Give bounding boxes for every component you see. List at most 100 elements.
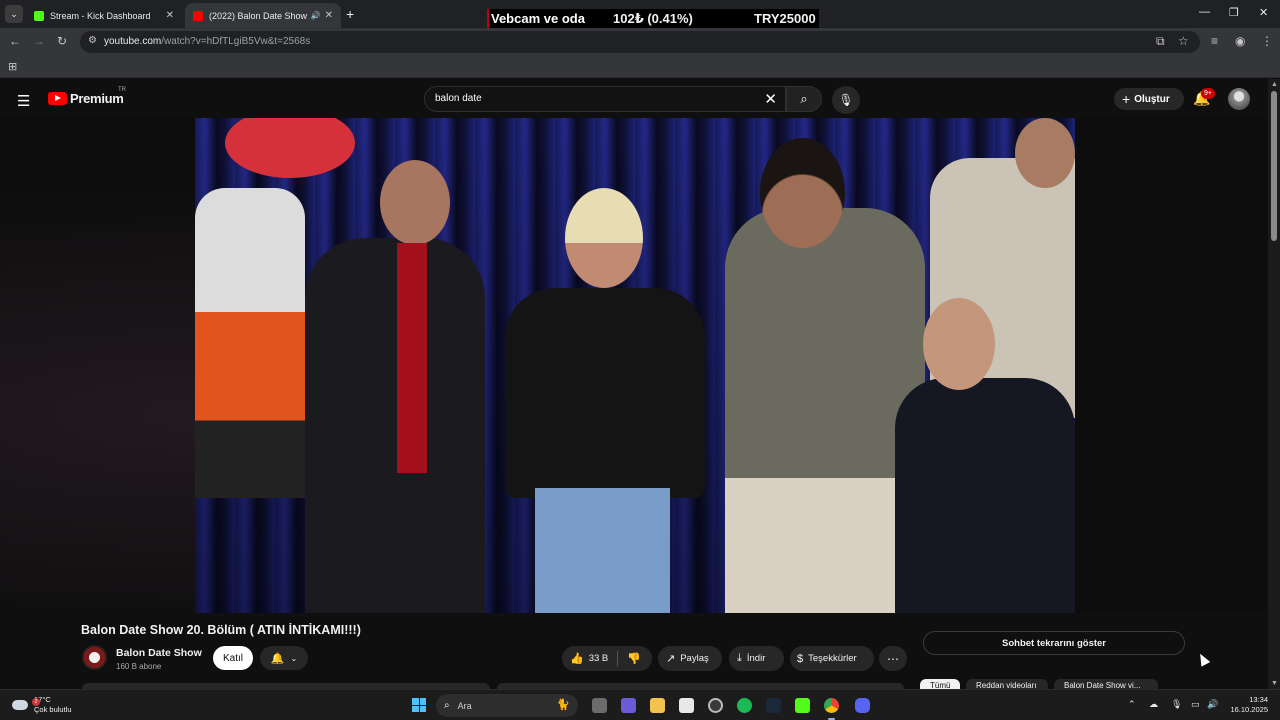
taskbar-search[interactable]: ⌕ Ara 🐈 xyxy=(436,694,578,717)
share-button[interactable]: ↗ Paylaş xyxy=(658,646,722,671)
apps-grid-icon[interactable]: ⊞ xyxy=(8,60,17,73)
chip-channel-videos[interactable]: Reddan videoları xyxy=(966,679,1048,689)
address-bar[interactable]: ⚙ youtube.com/watch?v=hDfTLgiB5Vw&t=2568… xyxy=(80,31,1200,53)
bookmark-star-icon[interactable]: ☆ xyxy=(1178,34,1189,48)
show-chat-replay-button[interactable]: Sohbet tekrarını göster xyxy=(923,631,1185,655)
tab-kick-dashboard[interactable]: Stream - Kick Dashboard ✕ xyxy=(26,3,182,28)
chip-all[interactable]: Tümü xyxy=(920,679,960,689)
windows-taskbar: 2 17°C Çok bulutlu ⌕ Ara 🐈 ⌃ ☁ 🎙 ▭ 🔊 13:… xyxy=(0,689,1280,720)
man-green-head-shape xyxy=(760,138,845,248)
spotify-icon[interactable] xyxy=(737,698,752,713)
audio-playing-icon[interactable]: 🔊 xyxy=(311,11,321,20)
task-view-icon[interactable] xyxy=(592,698,607,713)
chrome-icon[interactable] xyxy=(824,698,839,720)
taskbar-search-placeholder: Ara xyxy=(457,700,472,711)
microphone-tray-icon[interactable]: 🎙 xyxy=(1171,699,1182,710)
close-tab-icon[interactable]: ✕ xyxy=(166,10,174,21)
man-right-head-shape xyxy=(1015,118,1075,188)
video-player[interactable] xyxy=(0,118,1268,613)
tab-search-button[interactable]: ⌄ xyxy=(5,5,23,23)
channel-avatar[interactable] xyxy=(82,645,107,670)
short-man-shirt-shape xyxy=(895,378,1075,613)
media-controls-icon[interactable]: ≡ xyxy=(1211,34,1218,48)
contestant-jeans-shape xyxy=(535,488,670,613)
search-input[interactable]: balon date ✕ xyxy=(424,86,786,112)
tab-youtube[interactable]: (2022) Balon Date Show 20 🔊 ✕ xyxy=(185,3,341,28)
mouse-cursor-icon xyxy=(1195,651,1211,667)
scrollbar-thumb[interactable] xyxy=(1271,91,1277,241)
new-tab-button[interactable]: + xyxy=(346,6,354,22)
channel-name[interactable]: Balon Date Show xyxy=(116,647,202,659)
subscription-bell-button[interactable]: 🔔 ⌄ xyxy=(260,646,308,670)
file-explorer-icon[interactable] xyxy=(650,698,665,713)
more-icon: ⋯ xyxy=(887,651,899,666)
share-label: Paylaş xyxy=(680,653,709,664)
teams-icon[interactable] xyxy=(621,698,636,713)
notification-count-badge: 9+ xyxy=(1201,88,1215,99)
divider xyxy=(617,651,619,666)
join-button[interactable]: Katıl xyxy=(213,646,253,670)
tab-title: (2022) Balon Date Show 20 xyxy=(209,10,307,21)
install-app-icon[interactable]: ⧉ xyxy=(1156,34,1165,49)
youtube-premium-logo[interactable]: Premium TR xyxy=(48,87,126,106)
guide-menu-icon[interactable]: ☰ xyxy=(17,92,30,110)
search-query[interactable]: balon date xyxy=(435,93,482,104)
back-icon[interactable]: ← xyxy=(9,34,21,48)
clear-search-icon[interactable]: ✕ xyxy=(764,90,777,108)
video-title: Balon Date Show 20. Bölüm ( ATIN İNTİKAM… xyxy=(81,623,361,637)
chip-related[interactable]: Balon Date Show vi... xyxy=(1054,679,1158,689)
more-actions-button[interactable]: ⋯ xyxy=(879,646,907,671)
search-button[interactable]: ⌕ xyxy=(786,86,822,112)
close-window-icon[interactable]: ✕ xyxy=(1259,6,1268,19)
like-icon[interactable]: 👍 xyxy=(570,652,584,665)
onedrive-icon[interactable]: ☁ xyxy=(1149,699,1158,710)
steam-icon[interactable] xyxy=(766,698,781,713)
bookmarks-bar: ⊞ xyxy=(0,56,1280,78)
scroll-up-icon[interactable]: ▲ xyxy=(1271,81,1278,88)
create-label: Oluştur xyxy=(1134,93,1170,105)
thanks-button[interactable]: $ Teşekkürler xyxy=(790,646,874,671)
download-button[interactable]: ⤓ İndir xyxy=(729,646,784,671)
profile-icon[interactable]: ◉ xyxy=(1235,34,1245,48)
kick-app-icon[interactable] xyxy=(795,698,810,713)
forward-icon[interactable]: → xyxy=(33,34,45,48)
url-text[interactable]: youtube.com/watch?v=hDfTLgiB5Vw&t=2568s xyxy=(104,36,310,47)
search-icon: ⌕ xyxy=(800,91,808,106)
tab-title: Stream - Kick Dashboard xyxy=(50,10,151,21)
maximize-icon[interactable]: ❐ xyxy=(1229,6,1239,19)
contestant-shirt-shape xyxy=(505,288,705,498)
voice-search-button[interactable]: 🎙 xyxy=(832,86,860,114)
create-button[interactable]: + Oluştur xyxy=(1114,88,1184,110)
menu-kebab-icon[interactable]: ⋮ xyxy=(1261,34,1273,48)
minimize-icon[interactable]: — xyxy=(1199,6,1210,18)
reload-icon[interactable]: ↻ xyxy=(57,34,67,48)
thanks-label: Teşekkürler xyxy=(808,653,857,664)
account-avatar[interactable] xyxy=(1228,88,1250,110)
system-clock[interactable]: 13:34 16.10.2025 xyxy=(1228,695,1268,715)
weather-text: 17°C Çok bulutlu xyxy=(34,695,72,715)
balloon-shape xyxy=(225,118,355,178)
microphone-icon: 🎙 xyxy=(838,93,854,107)
close-tab-icon[interactable]: ✕ xyxy=(325,10,333,21)
country-code: TR xyxy=(118,87,126,93)
search-highlight-icon: 🐈 xyxy=(556,699,570,711)
scroll-down-icon[interactable]: ▼ xyxy=(1271,680,1278,687)
store-icon[interactable] xyxy=(679,698,694,713)
video-frame[interactable] xyxy=(195,118,1075,613)
dislike-icon[interactable]: 👎 xyxy=(627,652,641,665)
weather-widget[interactable]: 2 17°C Çok bulutlu xyxy=(12,695,72,715)
discord-icon[interactable] xyxy=(855,698,870,713)
download-label: İndir xyxy=(746,653,766,664)
man-shorts-shape xyxy=(725,478,895,613)
like-count[interactable]: 33 B xyxy=(589,653,609,664)
volume-icon[interactable]: 🔊 xyxy=(1207,699,1218,710)
network-icon[interactable]: ▭ xyxy=(1191,699,1200,710)
masthead: ☰ Premium TR balon date ✕ ⌕ 🎙 + Oluştur … xyxy=(0,79,1268,119)
app-wheel-icon[interactable] xyxy=(708,698,723,713)
tray-overflow-icon[interactable]: ⌃ xyxy=(1128,699,1136,710)
person-left-shape xyxy=(195,188,305,498)
site-info-icon[interactable]: ⚙ xyxy=(88,35,97,46)
host-shirt-shape xyxy=(397,243,427,473)
page-scrollbar[interactable]: ▲ ▼ xyxy=(1268,79,1280,689)
start-button-windows-icon[interactable] xyxy=(412,698,426,712)
